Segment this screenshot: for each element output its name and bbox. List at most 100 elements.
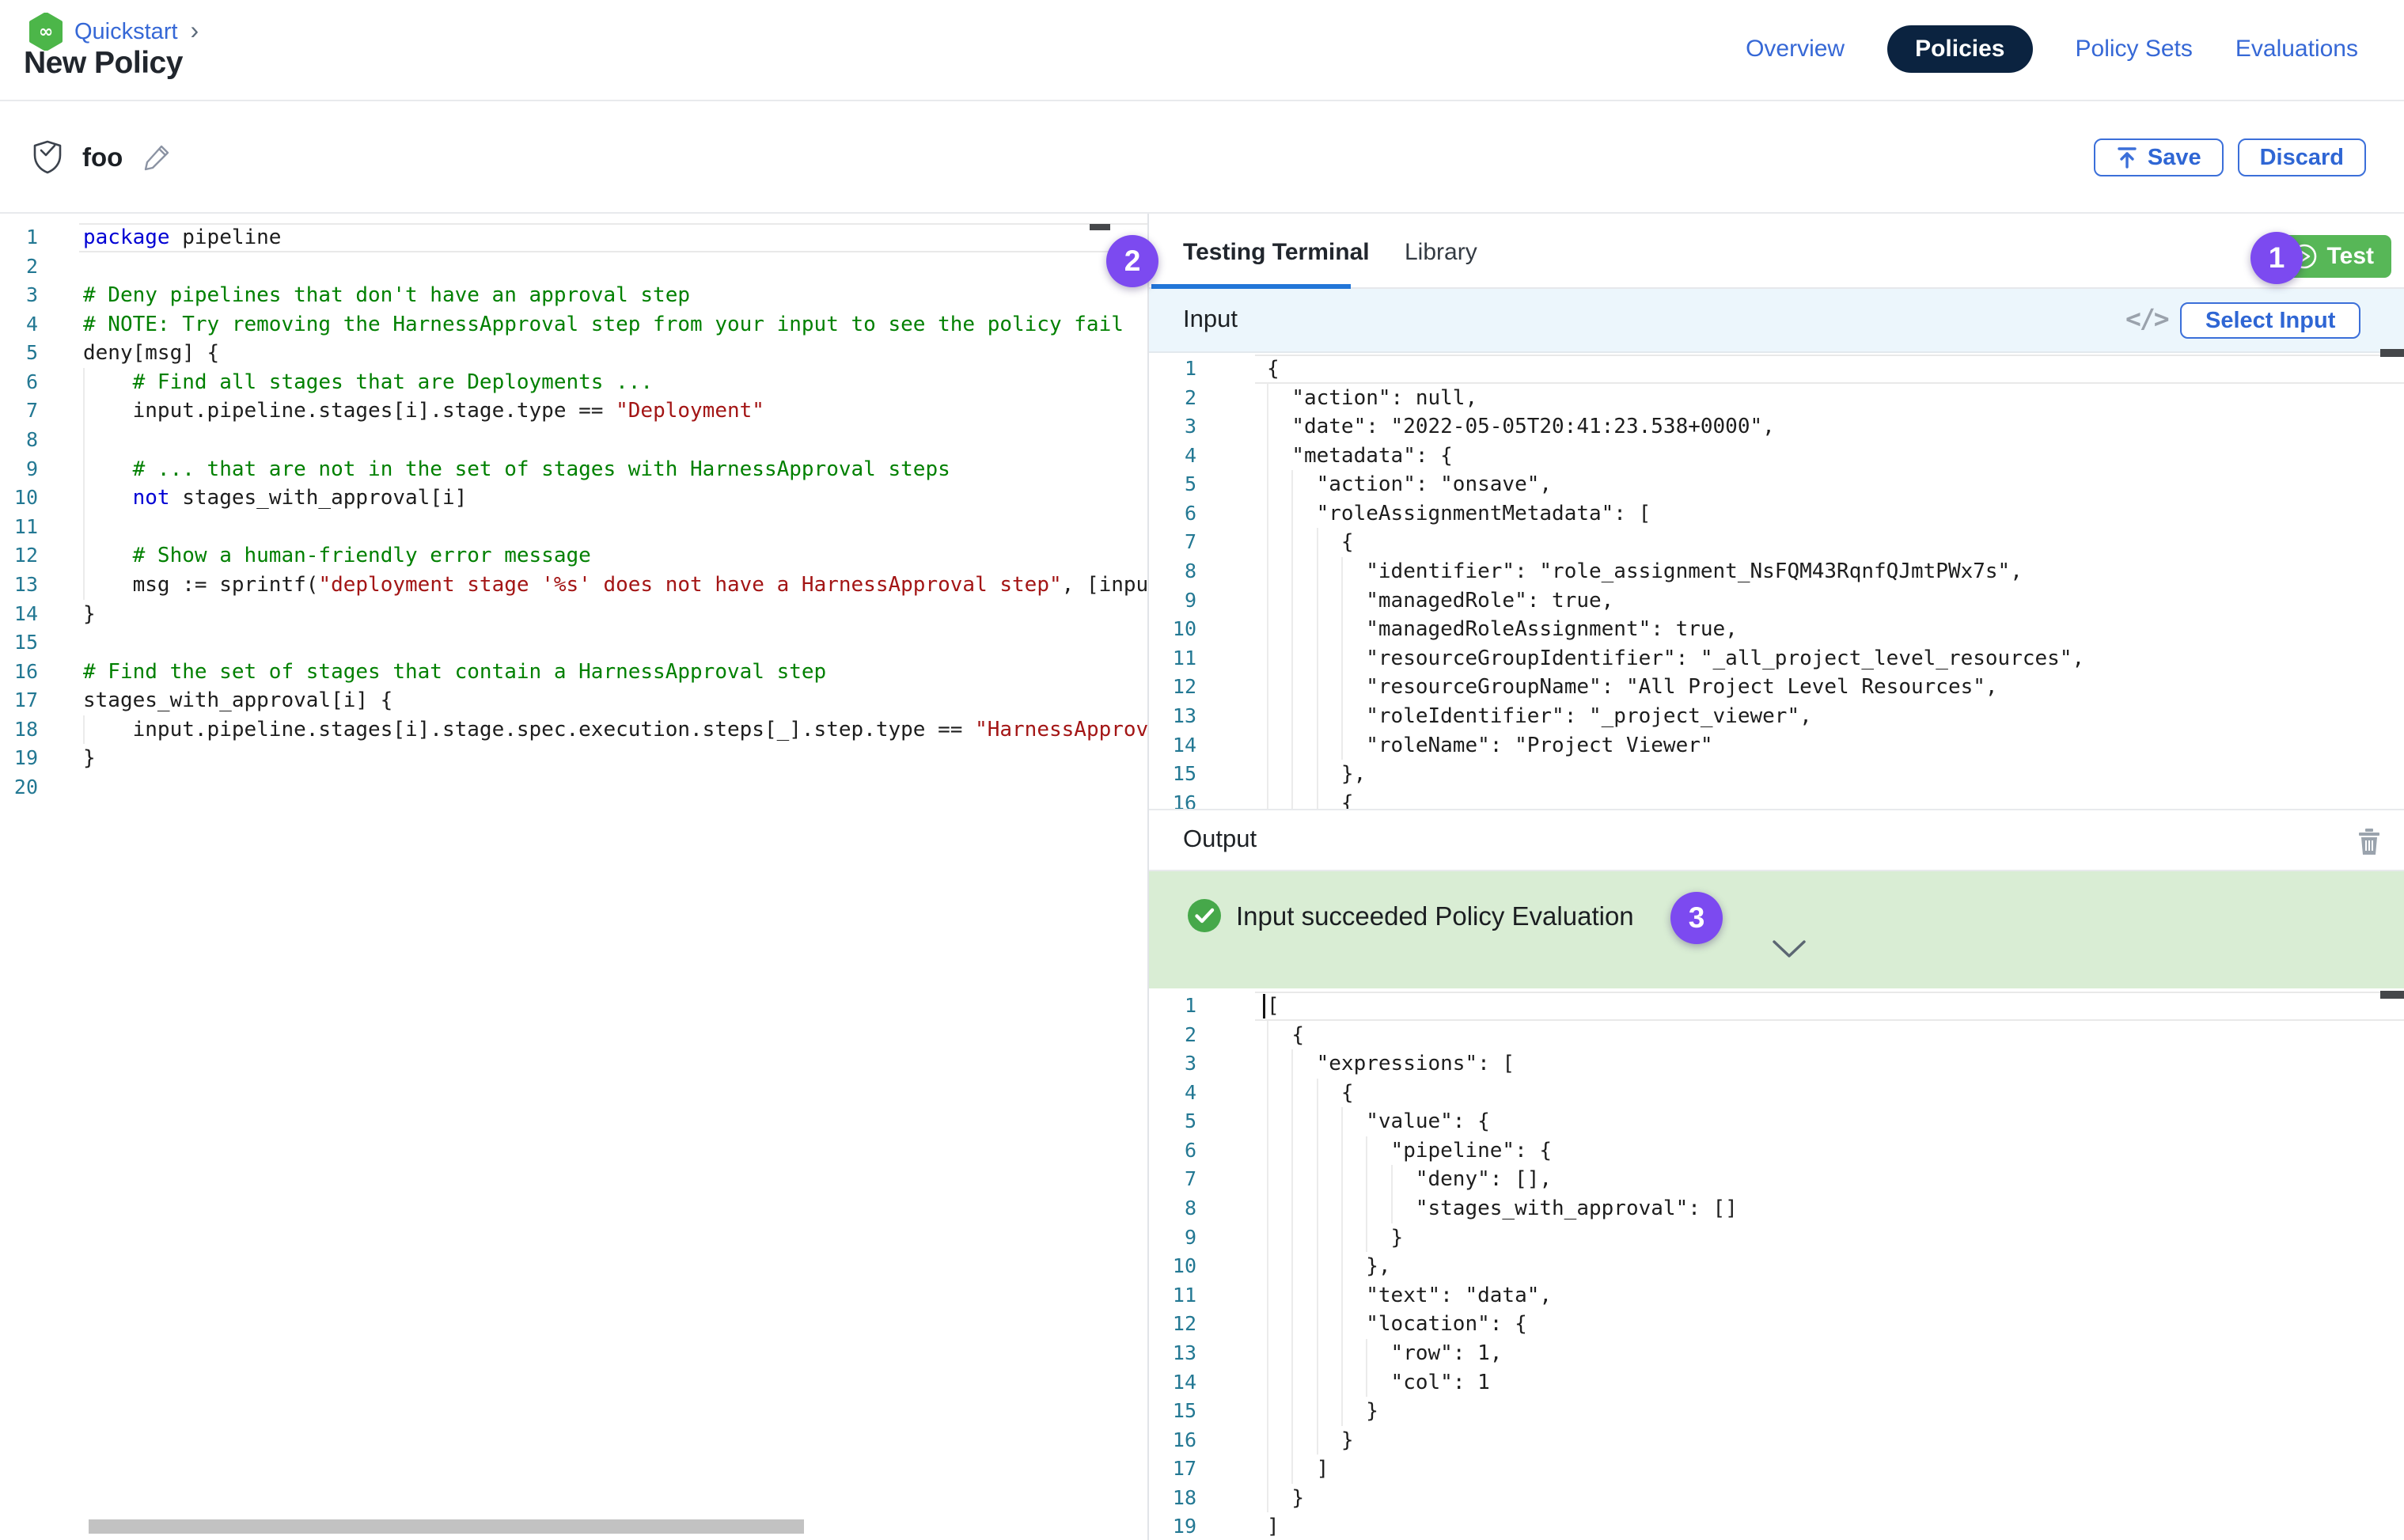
line-number: 15 [0,628,79,658]
indent-guide [1317,1310,1318,1339]
select-input-button[interactable]: Select Input [2180,302,2360,339]
nav-item-overview[interactable]: Overview [1746,36,1845,63]
step-badge-2: 2 [1106,235,1158,287]
code-line: 12 "location": { [1149,1310,2404,1339]
code-line-content: "action": null, [1255,384,2404,413]
line-number: 8 [1149,1194,1255,1223]
code-line: 12 # Show a human-friendly error message [0,541,1147,571]
indent-guide [1267,760,1268,789]
code-line-content: not stages_with_approval[i] [79,484,1147,513]
indent-guide [83,513,85,542]
code-line: 1package pipeline [0,223,1147,252]
code-line-content: # Find all stages that are Deployments .… [79,368,1147,397]
indent-guide [1317,1426,1318,1455]
input-label: Input [1183,305,1238,333]
code-line: 2 [0,252,1147,282]
indent-guide [1291,499,1293,529]
line-number: 9 [0,455,79,484]
tab-library[interactable]: Library [1405,239,1477,266]
indent-guide [1267,1107,1268,1136]
code-line-content: }, [1255,1252,2404,1281]
breadcrumb-link-quickstart[interactable]: Quickstart [74,19,178,45]
indent-guide [1341,615,1343,644]
line-number: 12 [1149,673,1255,702]
breadcrumb: ∞ Quickstart › [28,13,199,51]
indent-guide [1366,1339,1367,1368]
line-number: 19 [1149,1512,1255,1540]
discard-button[interactable]: Discard [2238,138,2366,176]
policy-editor-page: { "header": { "breadcrumb": "Quickstart"… [0,0,2404,1540]
nav-item-policies[interactable]: Policies [1887,25,2032,73]
code-line: 18 input.pipeline.stages[i].stage.spec.e… [0,715,1147,745]
save-button[interactable]: Save [2094,138,2224,176]
code-line-content [79,252,1147,282]
policy-code-editor[interactable]: 1package pipeline23# Deny pipelines that… [0,214,1147,1540]
line-number: 2 [0,252,79,282]
line-number: 9 [1149,586,1255,616]
indent-guide [1317,1368,1318,1398]
indent-guide [1366,1368,1367,1398]
nav-item-policy-sets[interactable]: Policy Sets [2076,36,2193,63]
line-number: 11 [1149,1281,1255,1311]
line-number: 17 [0,686,79,715]
chevron-down-icon[interactable] [1771,939,1807,960]
indent-guide [1267,1049,1268,1079]
line-number: 3 [0,281,79,310]
indent-guide [1317,1397,1318,1426]
save-button-label: Save [2148,145,2201,171]
indent-guide [1291,1281,1293,1311]
line-number: 17 [1149,1455,1255,1484]
left-editor-horizontal-scrollbar[interactable] [89,1519,804,1534]
line-number: 7 [1149,528,1255,557]
code-line: 15 }, [1149,760,2404,789]
code-line: 16 } [1149,1426,2404,1455]
indent-guide [1317,1136,1318,1166]
line-number: 11 [0,513,79,542]
code-line-content: "row": 1, [1255,1339,2404,1368]
indent-guide [1267,384,1268,413]
code-line: 11 "text": "data", [1149,1281,2404,1311]
code-line-content: # ... that are not in the set of stages … [79,455,1147,484]
code-line: 1{ [1149,355,2404,384]
code-line: 15 [0,628,1147,658]
line-number: 8 [1149,557,1255,586]
indent-guide [1267,673,1268,702]
line-number: 13 [1149,1339,1255,1368]
code-line-content: # Show a human-friendly error message [79,541,1147,571]
edit-pencil-icon[interactable] [142,142,172,173]
indent-guide [1267,731,1268,761]
input-json-editor[interactable]: 1{2 "action": null,3 "date": "2022-05-05… [1149,353,2404,809]
code-line-content: { [1255,789,2404,809]
indent-guide [1317,615,1318,644]
trash-icon[interactable] [2357,826,2382,856]
indent-guide [1267,557,1268,586]
indent-guide [1291,673,1293,702]
code-line: 4 "metadata": { [1149,442,2404,471]
indent-guide [1267,442,1268,471]
breadcrumb-chevron-icon: › [191,16,199,45]
code-line: 11 "resourceGroupIdentifier": "_all_proj… [1149,644,2404,673]
indent-guide [1317,1165,1318,1194]
tab-testing-terminal[interactable]: Testing Terminal [1183,239,1370,266]
line-number: 12 [0,541,79,571]
code-view-icon[interactable]: </> [2125,303,2168,334]
code-line-content: }, [1255,760,2404,789]
nav-item-evaluations[interactable]: Evaluations [2235,36,2358,63]
code-line-content [79,773,1147,802]
code-line: 15 } [1149,1397,2404,1426]
code-line-content: deny[msg] { [79,339,1147,368]
step-badge-3: 3 [1670,892,1723,944]
output-json-editor[interactable]: 1[2 {3 "expressions": [4 {5 "value": {6 … [1149,988,2404,1540]
code-line-content: { [1255,355,2404,384]
indent-guide [1291,1049,1293,1079]
indent-guide [1267,1426,1268,1455]
indent-guide [83,396,85,426]
line-number: 19 [0,744,79,773]
code-line-content: "resourceGroupIdentifier": "_all_project… [1255,644,2404,673]
indent-guide [1267,499,1268,529]
indent-guide [1267,1021,1268,1050]
indent-guide [1317,702,1318,731]
code-line: 14 "col": 1 [1149,1368,2404,1398]
code-line-content: # NOTE: Try removing the HarnessApproval… [79,310,1147,339]
line-number: 3 [1149,412,1255,442]
